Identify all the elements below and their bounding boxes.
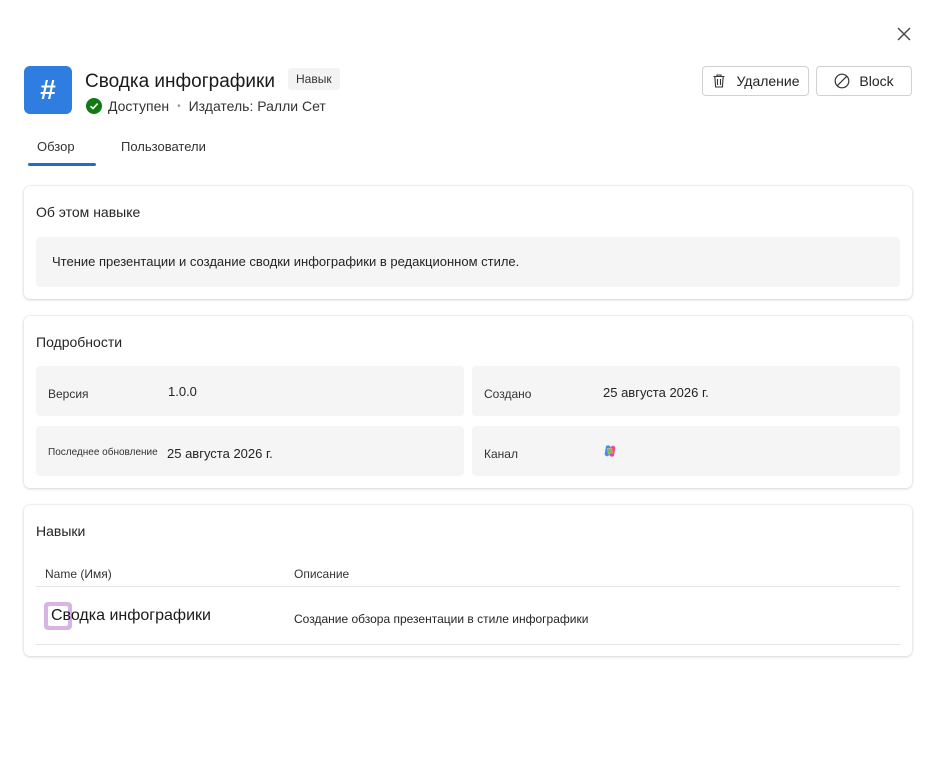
skills-title: Навыки: [36, 523, 86, 539]
channel-cell: Канал: [472, 426, 900, 476]
tab-users[interactable]: Пользователи: [121, 130, 206, 166]
skills-card: Навыки Name (Имя) Описание Сводка инфогр…: [24, 505, 912, 656]
version-label: Версия: [48, 387, 89, 401]
hash-icon: #: [24, 66, 72, 114]
updated-label: Последнее обновление: [48, 447, 158, 458]
version-value: 1.0.0: [168, 384, 197, 399]
created-value: 25 августа 2026 г.: [603, 385, 709, 400]
status-text: Доступен: [108, 98, 170, 114]
copilot-icon: [604, 445, 616, 457]
check-circle-icon: [86, 98, 102, 114]
block-icon: [834, 73, 850, 89]
skill-row-description: Создание обзора презентации в стиле инфо…: [294, 612, 589, 626]
about-description: Чтение презентации и создание сводки инф…: [36, 237, 900, 287]
close-button[interactable]: [892, 22, 916, 46]
close-icon: [897, 27, 911, 41]
delete-button[interactable]: Удаление: [702, 66, 809, 96]
header-divider: [36, 586, 900, 587]
block-label: Block: [859, 73, 894, 89]
updated-value: 25 августа 2026 г.: [167, 446, 273, 461]
page-title: Сводка инфографики: [85, 71, 275, 92]
channel-label: Канал: [484, 447, 518, 461]
row-divider: [36, 644, 900, 645]
type-badge: Навык: [288, 68, 340, 90]
trash-icon: [713, 74, 725, 88]
app-header: # Сводка инфографики Навык Доступен • Из…: [24, 66, 912, 116]
version-cell: Версия 1.0.0: [36, 366, 464, 416]
delete-label: Удаление: [736, 73, 800, 89]
column-header-name[interactable]: Name (Имя): [45, 567, 112, 581]
status-line: Доступен • Издатель: Ралли Сет: [86, 98, 326, 114]
created-cell: Создано 25 августа 2026 г.: [472, 366, 900, 416]
updated-cell: Последнее обновление 25 августа 2026 г.: [36, 426, 464, 476]
details-card: Подробности Версия 1.0.0 Создано 25 авгу…: [24, 316, 912, 488]
skill-row-name[interactable]: Сводка инфографики: [44, 601, 211, 631]
about-title: Об этом навыке: [36, 204, 141, 220]
tab-overview[interactable]: Обзор: [24, 130, 96, 166]
details-title: Подробности: [36, 334, 123, 350]
about-card: Об этом навыке Чтение презентации и созд…: [24, 186, 912, 299]
skill-name-label: Сводка инфографики: [51, 607, 211, 624]
publisher-text: Издатель: Ралли Сет: [188, 98, 326, 114]
column-header-description[interactable]: Описание: [294, 567, 349, 581]
block-button[interactable]: Block: [816, 66, 912, 96]
created-label: Создано: [484, 387, 532, 401]
separator-dot: •: [177, 100, 181, 112]
